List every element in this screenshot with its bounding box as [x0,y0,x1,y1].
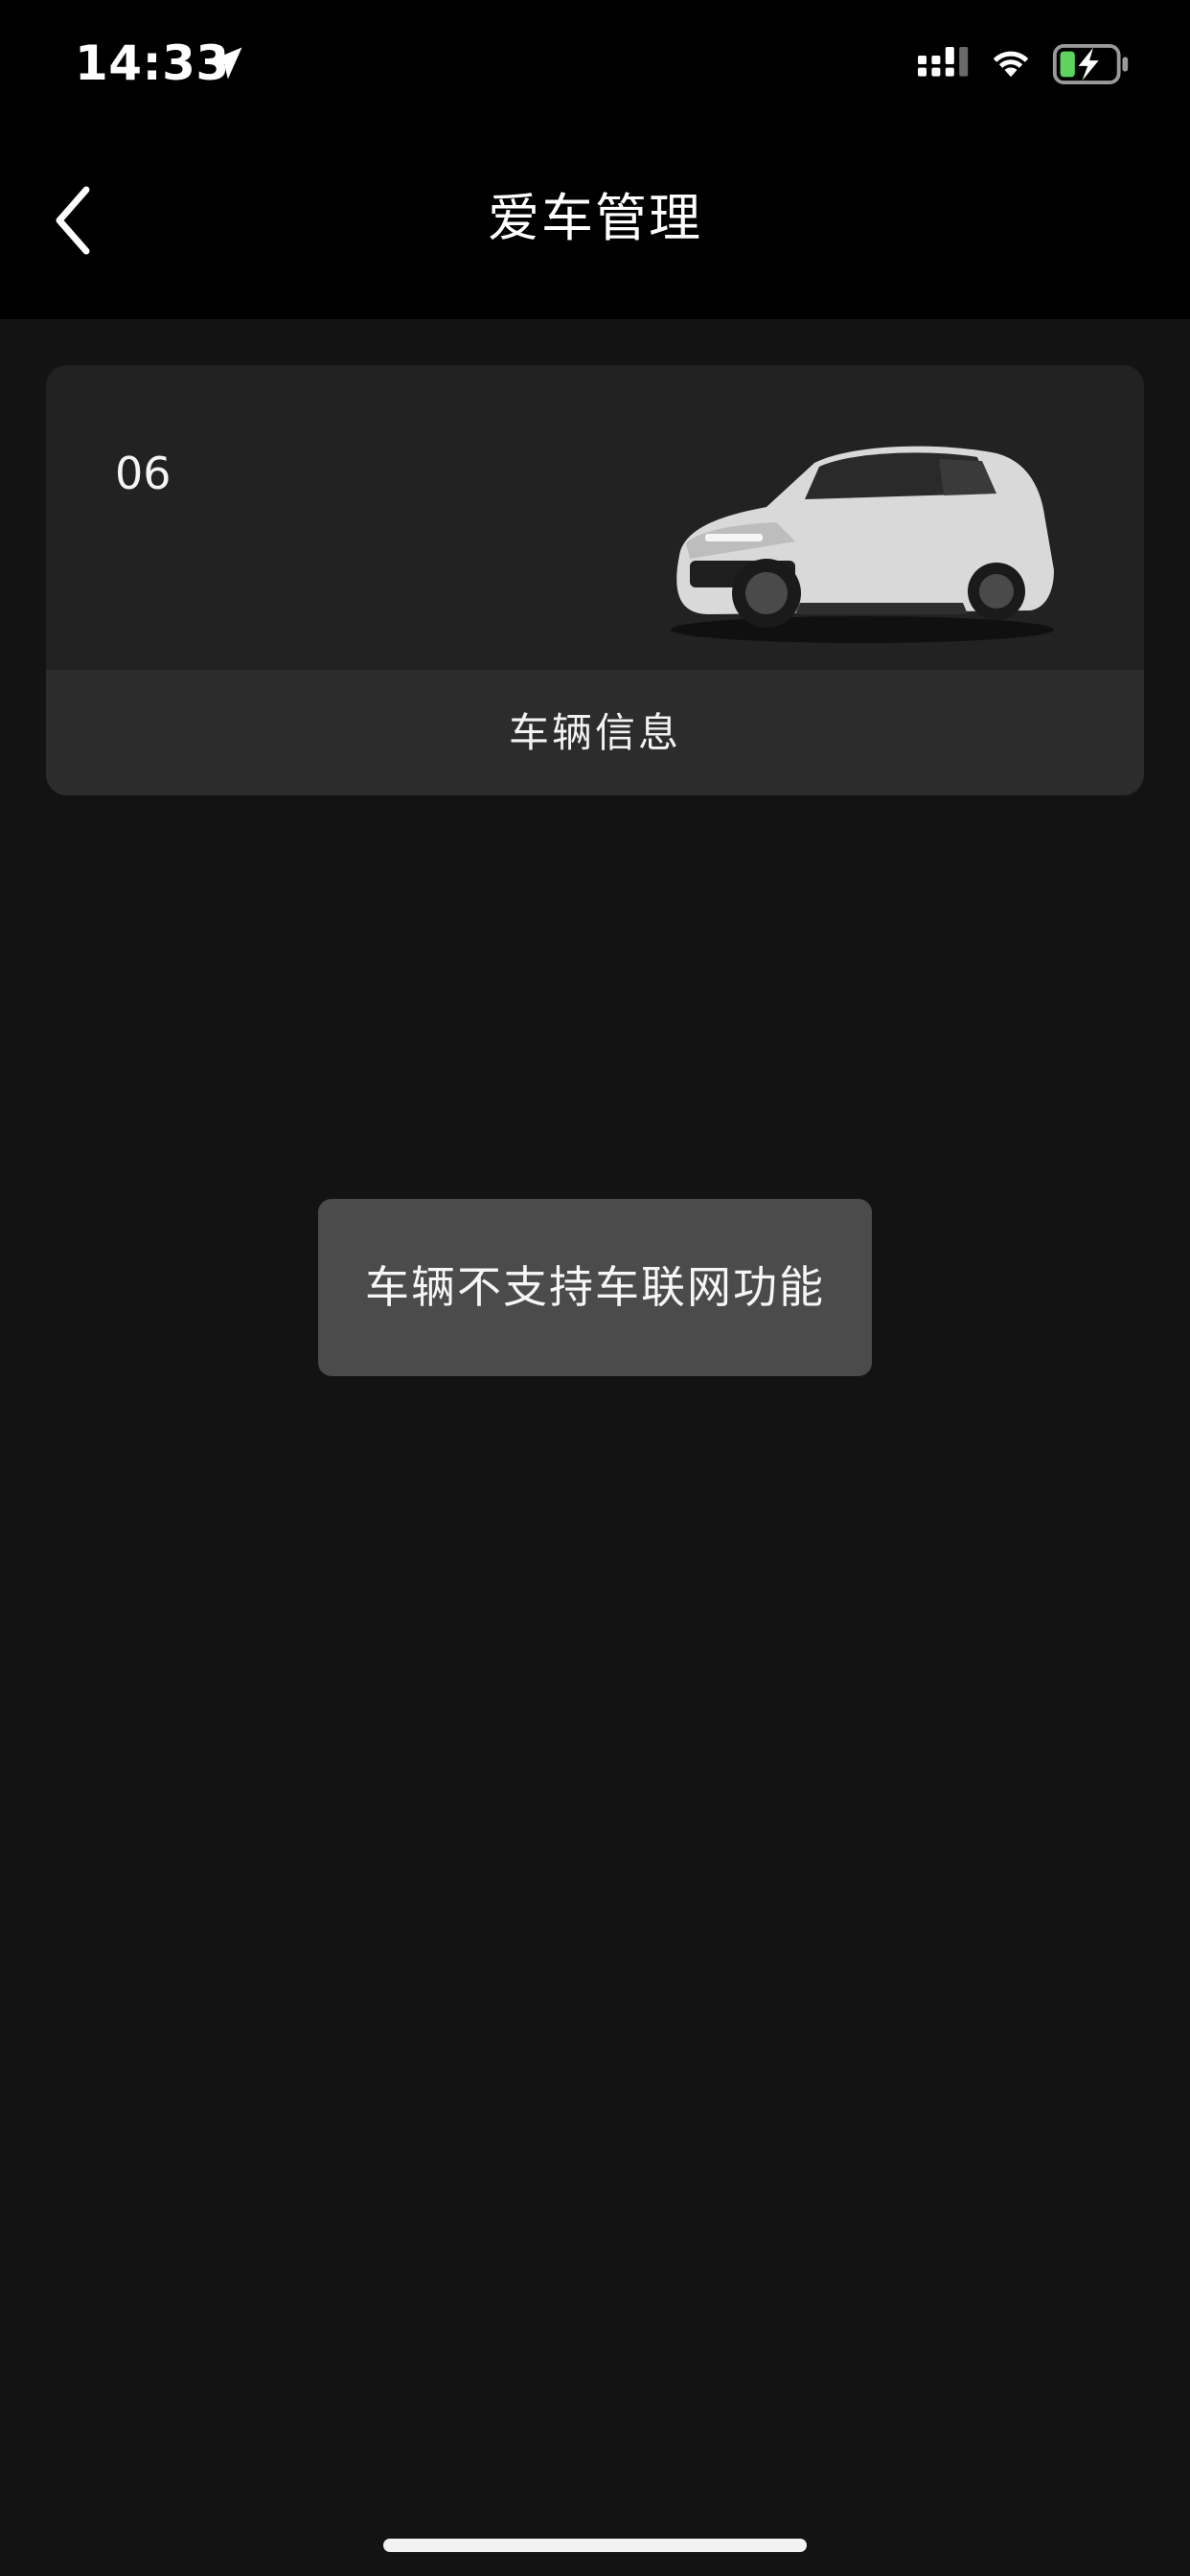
vehicle-model: 06 [115,448,172,499]
wifi-icon [993,51,1029,78]
screen: 14:33 爱车管理 06 车辆信息 车辆不支持车联网功能 [0,0,1190,2576]
page-title: 爱车管理 [488,188,702,248]
home-indicator[interactable] [383,2539,807,2552]
vehicle-info-button[interactable]: 车辆信息 [46,670,1144,795]
top-bar: 14:33 爱车管理 [0,0,1190,319]
vehicle-card[interactable]: 06 车辆信息 [46,365,1144,795]
battery-charging-icon [1052,44,1129,84]
signal-icon [918,47,969,77]
location-arrow-icon [210,47,242,80]
car-image [671,446,1054,643]
vehicle-card-header: 06 [46,365,1144,670]
toast-message: 车辆不支持车联网功能 [318,1199,872,1376]
